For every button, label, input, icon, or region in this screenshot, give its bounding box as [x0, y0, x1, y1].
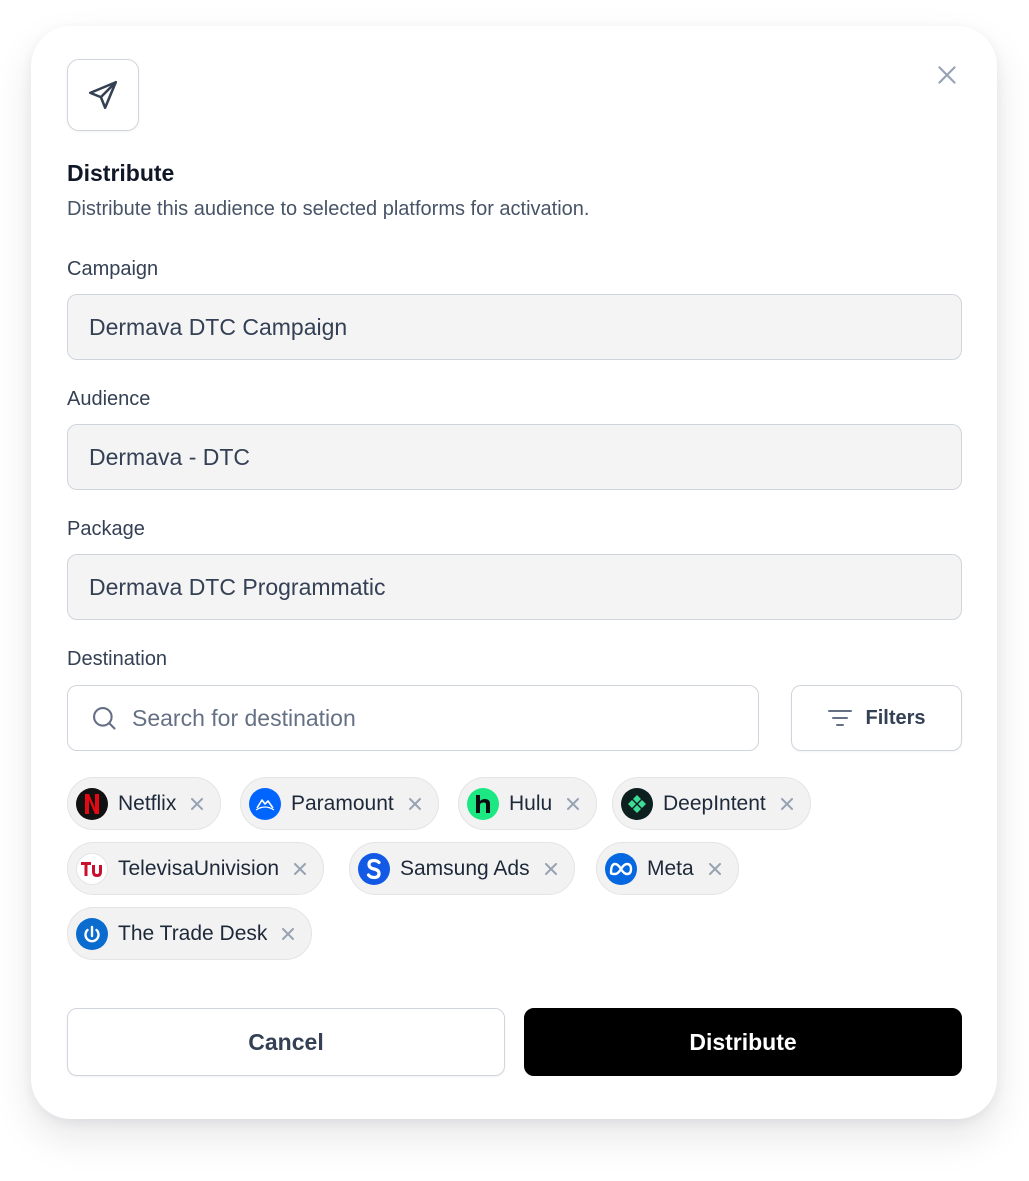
remove-chip-button[interactable]	[778, 795, 796, 813]
close-icon	[780, 797, 793, 810]
remove-chip-button[interactable]	[542, 860, 560, 878]
close-button[interactable]	[931, 59, 963, 91]
chip-label: DeepIntent	[663, 791, 766, 815]
campaign-value: Dermava DTC Campaign	[89, 313, 348, 340]
package-value: Dermava DTC Programmatic	[89, 573, 386, 600]
chip-label: Paramount	[291, 791, 394, 815]
televisaunivision-logo-icon	[76, 852, 108, 885]
remove-chip-button[interactable]	[406, 795, 424, 813]
trade-desk-logo-icon	[76, 917, 108, 950]
close-icon	[938, 66, 956, 84]
filters-label: Filters	[865, 706, 926, 729]
search-input[interactable]	[132, 704, 692, 732]
campaign-field[interactable]: Dermava DTC Campaign	[67, 294, 962, 360]
close-icon	[408, 797, 421, 810]
chip-label: TelevisaUnivision	[118, 856, 280, 880]
send-icon	[67, 59, 139, 131]
close-icon	[294, 862, 307, 875]
destination-chip-deepintent: DeepIntent	[612, 777, 811, 830]
remove-chip-button[interactable]	[706, 860, 724, 878]
remove-chip-button[interactable]	[291, 860, 309, 878]
destination-chip-netflix: Netflix	[67, 777, 222, 830]
campaign-label: Campaign	[67, 258, 159, 280]
destination-chip-hulu: Hulu	[458, 777, 598, 830]
destination-search[interactable]	[67, 685, 759, 751]
netflix-logo-icon	[76, 787, 108, 820]
audience-label: Audience	[67, 388, 151, 410]
deepintent-logo-icon	[621, 787, 653, 820]
chip-label: Hulu	[509, 791, 553, 815]
destination-chip-televisaunivision: TelevisaUnivision	[67, 842, 325, 895]
chip-label: Samsung Ads	[400, 856, 530, 880]
paramount-logo-icon	[249, 787, 281, 820]
remove-chip-button[interactable]	[564, 795, 582, 813]
destination-chip-meta: Meta	[596, 842, 739, 895]
remove-chip-button[interactable]	[188, 795, 206, 813]
cancel-button[interactable]: Cancel	[67, 1008, 505, 1076]
audience-value: Dermava - DTC	[89, 443, 251, 470]
close-icon	[191, 797, 204, 810]
filter-lines-icon	[828, 710, 853, 726]
destination-chip-paramount: Paramount	[240, 777, 439, 830]
hulu-logo-icon	[467, 787, 499, 820]
package-field[interactable]: Dermava DTC Programmatic	[67, 554, 962, 620]
audience-field[interactable]: Dermava - DTC	[67, 424, 962, 490]
package-label: Package	[67, 518, 145, 540]
destination-chip-samsung-ads: Samsung Ads	[349, 842, 575, 895]
dialog-title: Distribute	[67, 160, 175, 186]
close-icon	[282, 927, 295, 940]
dialog-subtitle: Distribute this audience to selected pla…	[67, 198, 590, 220]
chip-label: The Trade Desk	[118, 921, 268, 945]
remove-chip-button[interactable]	[279, 925, 297, 943]
chip-label: Meta	[647, 856, 694, 880]
search-icon	[93, 707, 116, 730]
destination-label: Destination	[67, 648, 168, 670]
destination-chip-trade-desk: The Trade Desk	[67, 907, 313, 960]
distribute-dialog: Distribute Distribute this audience to s…	[31, 26, 997, 1119]
chip-label: Netflix	[118, 791, 177, 815]
close-icon	[567, 797, 580, 810]
distribute-button[interactable]: Distribute	[524, 1008, 962, 1076]
samsung-ads-logo-icon	[358, 852, 390, 885]
close-icon	[708, 862, 721, 875]
filters-button[interactable]: Filters	[791, 685, 962, 751]
close-icon	[544, 862, 557, 875]
meta-logo-icon	[605, 852, 637, 885]
